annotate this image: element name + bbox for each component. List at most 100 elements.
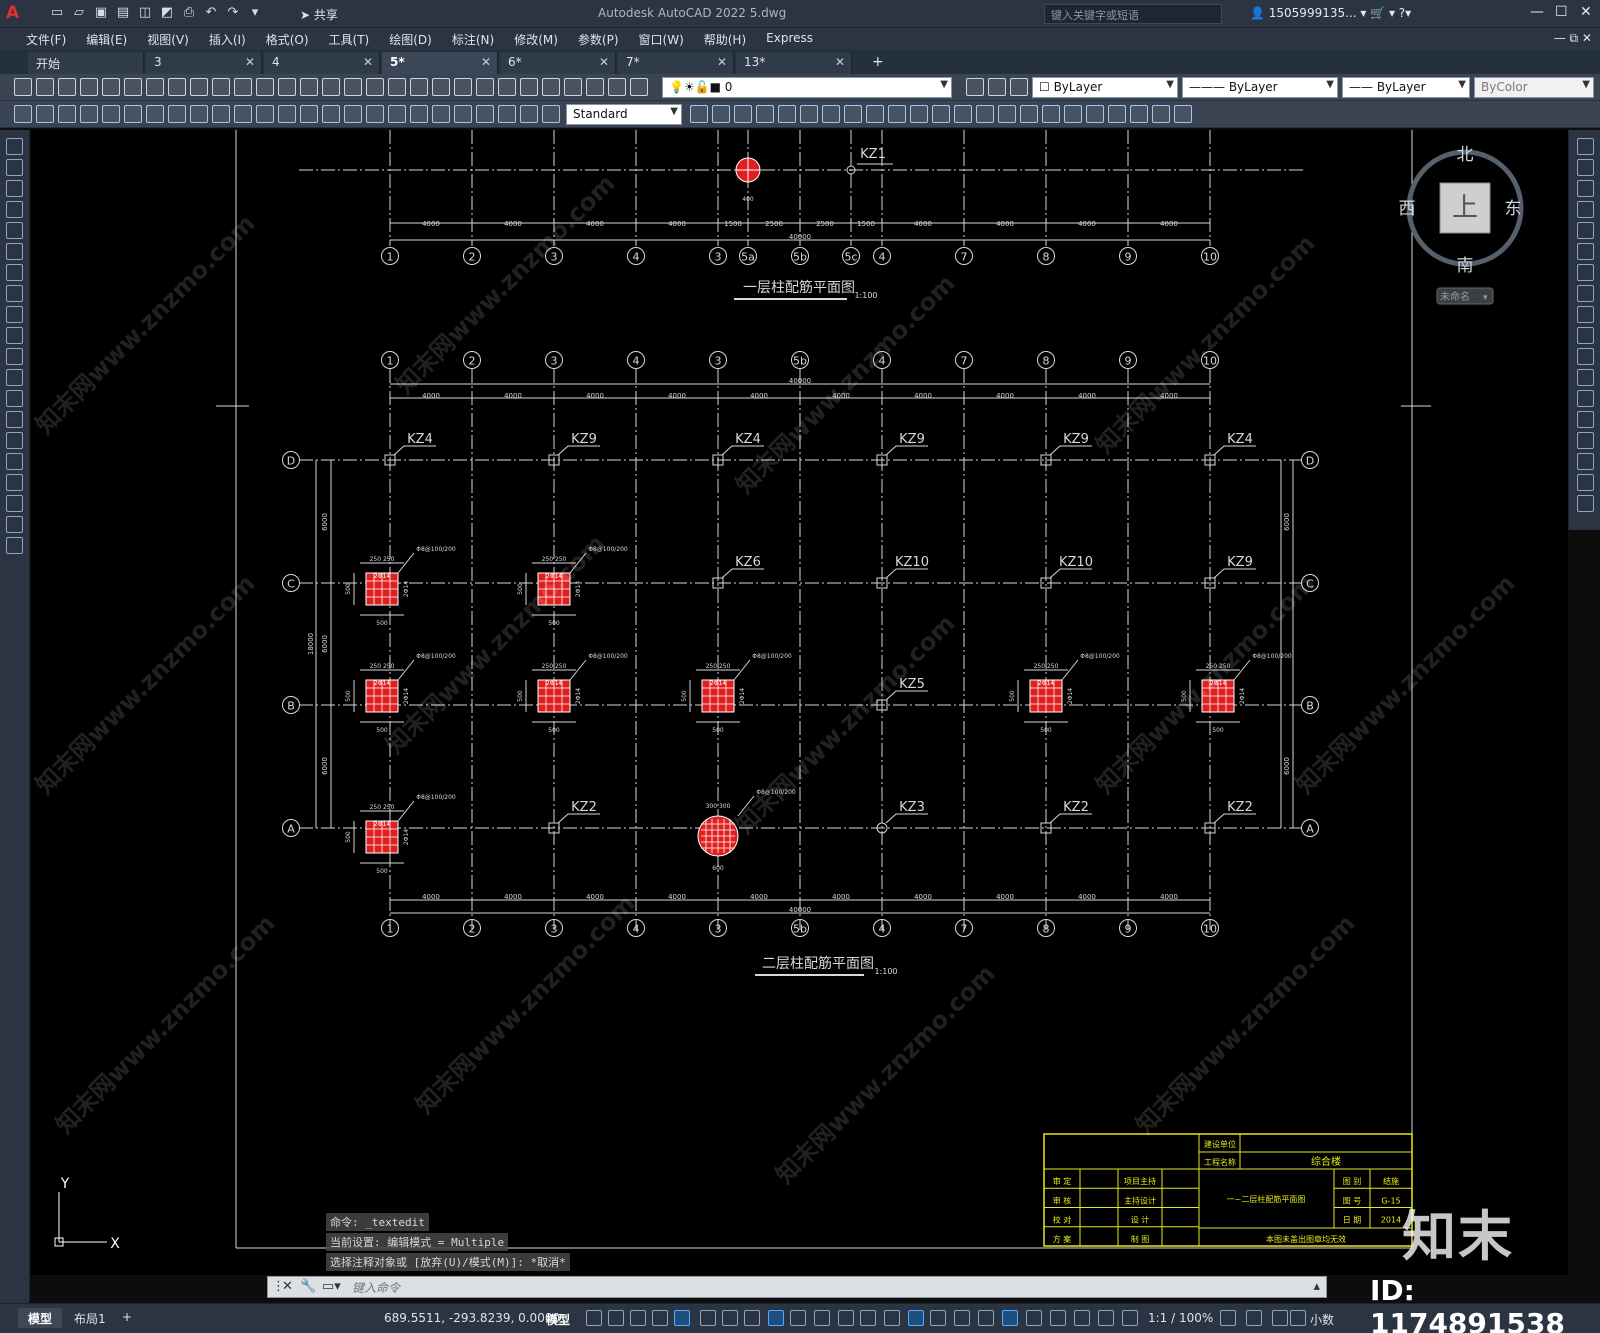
standard-tool-icon[interactable] [58, 78, 76, 96]
chevron-up-icon[interactable]: ▴ [1313, 1279, 1320, 1294]
draw-tool-icon[interactable] [6, 432, 23, 449]
tab-7[interactable]: 7* ✕ [618, 52, 734, 74]
dimension-tool-icon[interactable] [712, 105, 730, 123]
annotation-scale[interactable]: 1:1 / 100% [1148, 1311, 1213, 1325]
dimension-tool-icon[interactable] [80, 105, 98, 123]
minimize-icon[interactable]: — [1530, 4, 1544, 20]
standard-tool-icon[interactable] [14, 78, 32, 96]
dimension-tool-icon[interactable] [1152, 105, 1170, 123]
dimension-tool-icon[interactable] [822, 105, 840, 123]
tab-4[interactable]: 4 ✕ [264, 52, 380, 74]
dimension-tool-icon[interactable] [14, 105, 32, 123]
maximize-icon[interactable]: ☐ [1555, 4, 1568, 20]
status-toggle-icon[interactable] [978, 1310, 994, 1326]
draw-tool-icon[interactable] [6, 516, 23, 533]
status-toggle-icon[interactable] [608, 1310, 624, 1326]
draw-tool-icon[interactable] [6, 327, 23, 344]
dimension-tool-icon[interactable] [910, 105, 928, 123]
customize-wrench-icon[interactable]: 🔧 [300, 1279, 316, 1294]
status-toggle-icon[interactable] [860, 1310, 876, 1326]
draw-tool-icon[interactable] [6, 201, 23, 218]
model-space-toggle[interactable]: 模型 [546, 1311, 570, 1328]
linetype-dropdown[interactable]: ——— ByLayer ▼ [1182, 77, 1338, 98]
dimension-tool-icon[interactable] [102, 105, 120, 123]
draw-tool-icon[interactable] [6, 306, 23, 323]
layer-tool-icon[interactable] [988, 78, 1006, 96]
layer-tool-icon[interactable] [966, 78, 984, 96]
dimension-tool-icon[interactable] [1108, 105, 1126, 123]
command-input[interactable]: 键入命令 [352, 1279, 400, 1296]
draw-tool-icon[interactable] [6, 159, 23, 176]
standard-tool-icon[interactable] [476, 78, 494, 96]
status-tool-icon[interactable] [1272, 1310, 1288, 1326]
draw-tool-icon[interactable] [6, 243, 23, 260]
tab-13[interactable]: 13* ✕ [736, 52, 852, 74]
dimension-tool-icon[interactable] [366, 105, 384, 123]
compass-south[interactable]: 南 [1457, 256, 1474, 276]
modify-tool-icon[interactable] [1577, 453, 1594, 470]
menu-draw[interactable]: 绘图(D) [379, 28, 442, 50]
modify-tool-icon[interactable] [1577, 327, 1594, 344]
status-toggle-icon[interactable] [586, 1310, 602, 1326]
save-as-icon[interactable]: ▤ [114, 4, 132, 22]
tab-3[interactable]: 3 ✕ [146, 52, 262, 74]
standard-tool-icon[interactable] [498, 78, 516, 96]
layer-dropdown[interactable]: 💡☀🔓■ 0 ▼ [662, 77, 952, 98]
text-style-dropdown[interactable]: Standard ▼ [566, 104, 682, 125]
dimension-tool-icon[interactable] [866, 105, 884, 123]
redo-icon[interactable]: ↷ [224, 4, 242, 22]
standard-tool-icon[interactable] [520, 78, 538, 96]
draw-tool-icon[interactable] [6, 495, 23, 512]
dimension-tool-icon[interactable] [344, 105, 362, 123]
standard-tool-icon[interactable] [586, 78, 604, 96]
dimension-tool-icon[interactable] [190, 105, 208, 123]
modify-tool-icon[interactable] [1577, 495, 1594, 512]
open-from-web-icon[interactable]: ◫ [136, 4, 154, 22]
status-tool-icon[interactable] [1290, 1310, 1306, 1326]
standard-tool-icon[interactable] [300, 78, 318, 96]
dimension-tool-icon[interactable] [976, 105, 994, 123]
close-icon[interactable]: ✕ [481, 55, 491, 69]
standard-tool-icon[interactable] [542, 78, 560, 96]
dimension-tool-icon[interactable] [1042, 105, 1060, 123]
draw-tool-icon[interactable] [6, 348, 23, 365]
new-tab-icon[interactable]: + [872, 54, 884, 70]
plot-icon[interactable]: ⎙ [180, 4, 198, 22]
dimension-tool-icon[interactable] [278, 105, 296, 123]
standard-tool-icon[interactable] [212, 78, 230, 96]
modify-tool-icon[interactable] [1577, 306, 1594, 323]
status-tool-icon[interactable] [1246, 1310, 1262, 1326]
draw-tool-icon[interactable] [6, 180, 23, 197]
menu-parametric[interactable]: 参数(P) [568, 28, 629, 50]
modify-tool-icon[interactable] [1577, 369, 1594, 386]
dimension-tool-icon[interactable] [734, 105, 752, 123]
standard-tool-icon[interactable] [234, 78, 252, 96]
modify-tool-icon[interactable] [1577, 285, 1594, 302]
status-toggle-icon[interactable] [908, 1310, 924, 1326]
dimension-tool-icon[interactable] [542, 105, 560, 123]
modify-tool-icon[interactable] [1577, 348, 1594, 365]
standard-tool-icon[interactable] [410, 78, 428, 96]
view-cube[interactable]: 上 北 南 东 西 未命名 ▾ [1395, 136, 1545, 316]
standard-tool-icon[interactable] [432, 78, 450, 96]
close-icon[interactable]: ✕ [599, 55, 609, 69]
dimension-tool-icon[interactable] [690, 105, 708, 123]
modify-tool-icon[interactable] [1577, 432, 1594, 449]
draw-tool-icon[interactable] [6, 138, 23, 155]
standard-tool-icon[interactable] [344, 78, 362, 96]
menu-tools[interactable]: 工具(T) [319, 28, 380, 50]
standard-tool-icon[interactable] [454, 78, 472, 96]
close-icon[interactable]: ✕ [717, 55, 727, 69]
status-toggle-icon[interactable] [1050, 1310, 1066, 1326]
menu-edit[interactable]: 编辑(E) [76, 28, 137, 50]
menu-express[interactable]: Express [756, 28, 823, 50]
status-toggle-icon[interactable] [1026, 1310, 1042, 1326]
dimension-tool-icon[interactable] [888, 105, 906, 123]
standard-tool-icon[interactable] [322, 78, 340, 96]
status-toggle-icon[interactable] [814, 1310, 830, 1326]
add-layout-icon[interactable]: + [112, 1308, 142, 1328]
dimension-tool-icon[interactable] [1020, 105, 1038, 123]
standard-tool-icon[interactable] [102, 78, 120, 96]
menu-format[interactable]: 格式(O) [256, 28, 319, 50]
close-icon[interactable]: ✕ [363, 55, 373, 69]
